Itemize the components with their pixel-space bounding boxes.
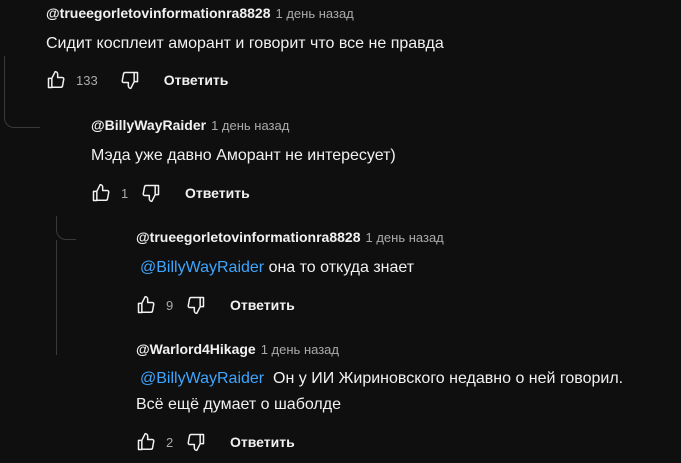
like-count: 133 bbox=[76, 72, 98, 88]
like-count: 2 bbox=[166, 434, 174, 450]
comment-actions: 9 Ответить bbox=[136, 291, 295, 319]
comment-time[interactable]: 1 день назад bbox=[211, 118, 289, 133]
comment-author[interactable]: @BillyWayRaider bbox=[91, 117, 206, 133]
comment-header: @Warlord4Hikage 1 день назад bbox=[136, 341, 623, 361]
comment-header: @BillyWayRaider 1 день назад bbox=[91, 117, 396, 137]
comment-author[interactable]: @trueegorletovinformationra8828 bbox=[46, 5, 271, 21]
comment-text: Сидит косплеит аморант и говорит что все… bbox=[46, 30, 444, 57]
comment-text-line: @BillyWayRaider Он у ИИ Жириновского нед… bbox=[140, 366, 623, 392]
comment-text: @BillyWayRaider она то откуда знает bbox=[136, 254, 444, 281]
comment-text-line: Всё ещё думает о шаболде bbox=[136, 392, 623, 418]
comment-time[interactable]: 1 день назад bbox=[261, 342, 339, 357]
like-count: 9 bbox=[166, 297, 174, 313]
comment-actions: 2 Ответить bbox=[136, 428, 295, 456]
thread-connector bbox=[4, 56, 40, 128]
like-count: 1 bbox=[121, 185, 129, 201]
comment-text-body: Мэда уже давно Аморант не интересует) bbox=[91, 147, 396, 164]
like-icon[interactable] bbox=[91, 183, 111, 203]
thread-connector bbox=[56, 240, 57, 355]
like-icon[interactable] bbox=[136, 432, 156, 452]
comment: @trueegorletovinformationra8828 1 день н… bbox=[46, 5, 444, 57]
comments-thread: @trueegorletovinformationra8828 1 день н… bbox=[0, 0, 681, 463]
comment: @BillyWayRaider 1 день назад Мэда уже да… bbox=[91, 117, 396, 169]
comment: @trueegorletovinformationra8828 1 день н… bbox=[136, 229, 444, 281]
comment-text-body: Всё ещё думает о шаболде bbox=[136, 396, 341, 413]
comment-author[interactable]: @Warlord4Hikage bbox=[136, 341, 256, 357]
comment-text: @BillyWayRaider Он у ИИ Жириновского нед… bbox=[136, 366, 623, 418]
comment-author[interactable]: @trueegorletovinformationra8828 bbox=[136, 229, 361, 245]
like-icon[interactable] bbox=[46, 70, 66, 90]
thread-connector bbox=[56, 216, 76, 240]
dislike-icon[interactable] bbox=[141, 183, 161, 203]
reply-button[interactable]: Ответить bbox=[230, 434, 295, 450]
comment-text-body: Он у ИИ Жириновского недавно о ней говор… bbox=[264, 370, 624, 387]
comment-text-body: она то откуда знает bbox=[264, 259, 415, 276]
comment-actions: 1 Ответить bbox=[91, 179, 250, 207]
comment-text: Мэда уже давно Аморант не интересует) bbox=[91, 142, 396, 169]
comment-text-body: Сидит косплеит аморант и говорит что все… bbox=[46, 35, 444, 52]
mention-link[interactable]: @BillyWayRaider bbox=[140, 370, 264, 387]
mention-link[interactable]: @BillyWayRaider bbox=[140, 259, 264, 276]
comment-header: @trueegorletovinformationra8828 1 день н… bbox=[46, 5, 444, 25]
comment: @Warlord4Hikage 1 день назад @BillyWayRa… bbox=[136, 341, 623, 418]
reply-button[interactable]: Ответить bbox=[230, 297, 295, 313]
like-icon[interactable] bbox=[136, 295, 156, 315]
comment-header: @trueegorletovinformationra8828 1 день н… bbox=[136, 229, 444, 249]
reply-button[interactable]: Ответить bbox=[185, 185, 250, 201]
dislike-icon[interactable] bbox=[186, 295, 206, 315]
comment-time[interactable]: 1 день назад bbox=[366, 230, 444, 245]
dislike-icon[interactable] bbox=[186, 432, 206, 452]
comment-actions: 133 Ответить bbox=[46, 66, 228, 94]
reply-button[interactable]: Ответить bbox=[164, 72, 229, 88]
dislike-icon[interactable] bbox=[120, 70, 140, 90]
comment-time[interactable]: 1 день назад bbox=[276, 6, 354, 21]
